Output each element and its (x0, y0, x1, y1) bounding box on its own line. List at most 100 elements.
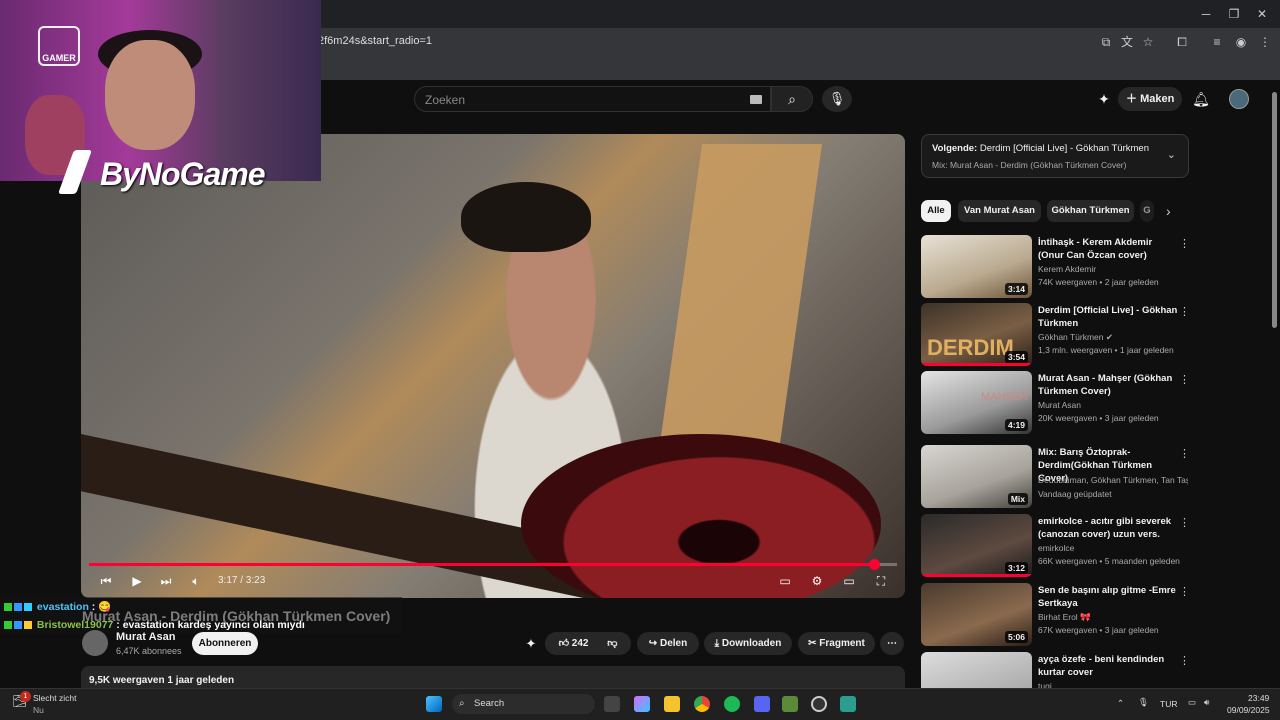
chip-from-channel[interactable]: Van Murat Asan (958, 200, 1041, 222)
search-input[interactable]: Zoeken (414, 86, 771, 112)
clock-date[interactable]: 09/09/2025 (1227, 705, 1270, 715)
more-icon[interactable]: ⋮ (1179, 447, 1190, 460)
video-thumbnail[interactable]: Mix (921, 445, 1032, 508)
video-player[interactable] (81, 134, 905, 598)
maximize-icon[interactable]: ❐ (1226, 6, 1242, 22)
bell-icon[interactable]: 🔔︎ (1192, 90, 1210, 108)
avatar[interactable] (1229, 89, 1249, 109)
rec-title[interactable]: Derdim [Official Live] - Gökhan Türkmen (1038, 304, 1178, 330)
theater-mode-icon[interactable]: ▭ (841, 573, 857, 589)
volume-icon[interactable]: 🔈︎ (189, 573, 203, 589)
channel-name[interactable]: Murat Asan (116, 631, 176, 643)
settings-icon[interactable]: ⚙ (809, 573, 825, 589)
list-item[interactable]: 3:14 İntihaşk - Kerem Akdemir (Onur Can … (921, 235, 1190, 299)
discord-icon[interactable] (754, 696, 770, 712)
close-icon[interactable]: ✕ (1254, 6, 1270, 22)
reading-list-icon[interactable]: ≡ (1209, 34, 1225, 50)
chevron-down-icon[interactable]: ⌄ (1167, 148, 1176, 161)
mic-icon[interactable]: 🎙 (1138, 697, 1149, 708)
rec-channel[interactable]: Dedublüman, Gökhan Türkmen, Tan Taşçı (1038, 475, 1188, 485)
premium-icon[interactable]: ✦ (1095, 90, 1113, 108)
download-button[interactable]: ⤓ Downloaden (704, 632, 792, 655)
list-item[interactable]: Mix Mix: Barış Öztoprak- Derdim(Gökhan T… (921, 445, 1190, 509)
premium-icon[interactable]: ✦ (522, 635, 540, 653)
scrubber-handle[interactable] (869, 559, 880, 570)
rec-channel[interactable]: emirkolce (1038, 543, 1188, 553)
fullscreen-icon[interactable]: ⛶ (873, 573, 889, 589)
url-text[interactable]: 2f6m24s&start_radio=1 (318, 35, 432, 47)
copilot-icon[interactable] (634, 696, 650, 712)
list-item[interactable]: ayça özefe - beni kendinden kurtar cover… (921, 652, 1189, 688)
video-thumbnail[interactable]: 3:14 (921, 235, 1032, 298)
video-thumbnail[interactable] (921, 652, 1032, 688)
rec-channel[interactable]: tugi (1038, 681, 1188, 688)
chevron-up-icon[interactable]: ⌃ (1117, 698, 1124, 709)
translate-icon[interactable]: 文 (1119, 34, 1135, 50)
chrome-icon[interactable] (694, 696, 710, 712)
more-icon[interactable]: ⋮ (1179, 373, 1190, 386)
rec-title[interactable]: ayça özefe - beni kendinden kurtar cover (1038, 653, 1178, 679)
spotify-icon[interactable] (724, 696, 740, 712)
voice-search-button[interactable]: 🎙 (822, 86, 852, 112)
chip-artist[interactable]: Gökhan Türkmen (1047, 200, 1134, 222)
rec-title[interactable]: Sen de başını alıp gitme -Emre Sertkaya (1038, 584, 1178, 610)
subscribe-button[interactable]: Abonneren (192, 632, 258, 655)
search-button[interactable]: ⌕ (771, 86, 813, 112)
minimize-icon[interactable]: ─ (1198, 6, 1214, 22)
rec-title[interactable]: emirkolce - acıtır gibi severek (canozan… (1038, 515, 1178, 541)
more-icon[interactable]: ⋮ (1179, 654, 1189, 667)
channel-avatar[interactable] (82, 630, 108, 656)
more-icon[interactable]: ⋮ (1179, 585, 1190, 598)
profile-icon[interactable]: ◉ (1233, 34, 1249, 50)
clock-time[interactable]: 23:49 (1248, 693, 1269, 703)
chip-more[interactable]: G (1140, 200, 1154, 222)
keyboard-icon[interactable] (750, 95, 762, 104)
list-item[interactable]: 3:12 emirkolce - acıtır gibi severek (ca… (921, 514, 1190, 578)
volume-icon[interactable]: 🔊︎ (1204, 697, 1209, 708)
rec-channel[interactable]: Kerem Akdemir (1038, 264, 1188, 274)
like-button[interactable]: 👍︎ 242 (559, 638, 589, 649)
notepad-icon[interactable] (840, 696, 856, 712)
chevron-right-icon[interactable]: › (1166, 203, 1171, 219)
cast-icon[interactable]: ⧉ (1098, 34, 1114, 50)
rec-channel[interactable]: Murat Asan (1038, 400, 1188, 410)
obs-icon[interactable] (811, 696, 827, 712)
create-button[interactable]: ＋ Maken (1118, 87, 1182, 111)
more-icon[interactable]: ⋮ (1179, 237, 1190, 250)
extensions-icon[interactable]: ⧠ (1174, 34, 1190, 50)
language-indicator[interactable]: TUR (1160, 699, 1177, 709)
next-icon[interactable]: ⏭ (159, 573, 173, 589)
rec-channel[interactable]: Birhat Erol 🎀 (1038, 612, 1188, 623)
weather-title[interactable]: Slecht zicht (33, 693, 76, 703)
video-thumbnail[interactable]: MAHŞER 4:19 (921, 371, 1032, 434)
file-explorer-icon[interactable] (664, 696, 680, 712)
video-thumbnail[interactable]: 5:06 (921, 583, 1032, 646)
task-view-icon[interactable] (604, 696, 620, 712)
start-icon[interactable] (426, 696, 442, 712)
rec-channel[interactable]: Gökhan Türkmen ✔ (1038, 332, 1188, 343)
minecraft-icon[interactable] (782, 696, 798, 712)
rec-title[interactable]: Murat Asan - Mahşer (Gökhan Türkmen Cove… (1038, 372, 1178, 398)
clip-button[interactable]: ✂ Fragment (798, 632, 875, 655)
star-icon[interactable]: ☆ (1140, 34, 1156, 50)
more-icon[interactable]: ⋮ (1179, 305, 1190, 318)
chip-all[interactable]: Alle (921, 200, 951, 222)
network-icon[interactable]: ▭ (1188, 697, 1196, 708)
share-button[interactable]: ↪ Delen (637, 632, 699, 655)
video-thumbnail[interactable]: DERDIM 3:54 (921, 303, 1032, 366)
previous-icon[interactable]: ⏮ (99, 573, 113, 589)
list-item[interactable]: MAHŞER 4:19 Murat Asan - Mahşer (Gökhan T… (921, 371, 1190, 435)
more-actions-button[interactable]: ⋯ (880, 632, 904, 655)
progress-bar[interactable] (89, 563, 897, 566)
video-thumbnail[interactable]: 3:12 (921, 514, 1032, 577)
more-icon[interactable]: ⋮ (1179, 516, 1190, 529)
dislike-icon[interactable]: 👎︎ (607, 638, 617, 649)
subtitles-icon[interactable]: ▭ (777, 573, 793, 589)
play-icon[interactable]: ▶ (130, 573, 144, 589)
list-item[interactable]: 5:06 Sen de başını alıp gitme -Emre Sert… (921, 583, 1190, 647)
menu-icon[interactable]: ⋮ (1257, 34, 1273, 50)
list-item[interactable]: DERDIM 3:54 Derdim [Official Live] - Gökh… (921, 303, 1190, 367)
taskbar-search[interactable]: ⌕ Search (452, 694, 595, 714)
rec-title[interactable]: İntihaşk - Kerem Akdemir (Onur Can Özcan… (1038, 236, 1178, 262)
page-scrollbar[interactable] (1272, 92, 1277, 328)
